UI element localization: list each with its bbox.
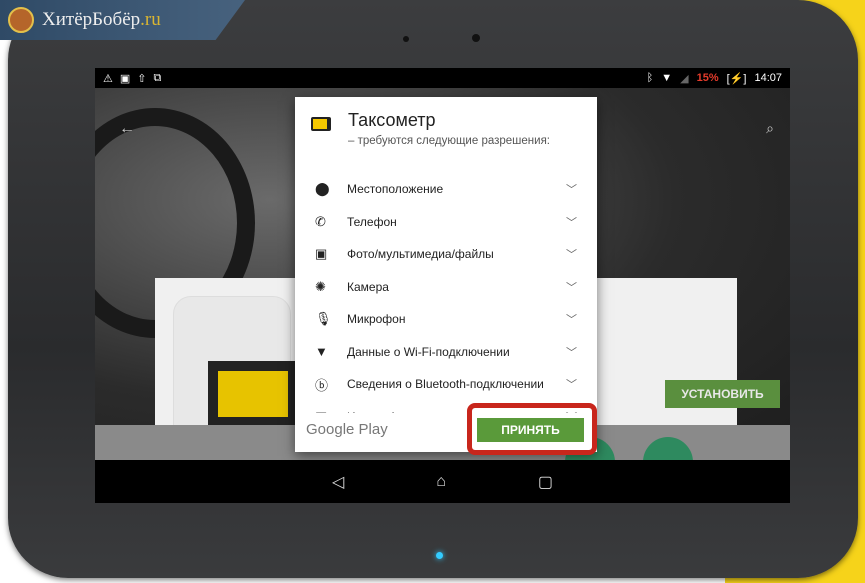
watermark-tld: .ru	[140, 9, 161, 30]
clock: 14:07	[754, 72, 782, 84]
navigation-bar: ◁ ⌂ ▢	[95, 460, 790, 503]
signal-icon: ◢	[680, 72, 689, 85]
nav-recents-icon[interactable]: ▢	[538, 472, 553, 492]
dialog-title: Таксометр	[348, 110, 436, 130]
tablet-screen: ⚠ ▣ ⇧ ⧉ ᛒ ▼ ◢ 15% [⚡] 14:07 ← ⌕ УСТАНОВИ…	[95, 68, 790, 503]
permission-label: Телефон	[347, 214, 397, 229]
permission-item[interactable]: 🎙 Микрофон ﹀	[295, 303, 597, 336]
chevron-down-icon[interactable]: ﹀	[566, 214, 577, 230]
location-icon: ⬤	[315, 181, 330, 197]
chevron-down-icon[interactable]: ﹀	[566, 181, 577, 197]
upload-icon: ⇧	[137, 72, 147, 85]
permissions-dialog: Таксометр – требуются следующие разрешен…	[295, 97, 597, 455]
camera-icon: ✺	[315, 278, 326, 294]
wifi-icon: ▼	[315, 344, 328, 360]
led-indicator	[436, 552, 443, 559]
permission-item[interactable]: ✺ Камера ﹀	[295, 271, 597, 304]
device-id-icon: ▤	[315, 409, 347, 413]
watermark-name: ХитёрБобёр	[42, 9, 141, 30]
chevron-down-icon[interactable]: ﹀	[566, 311, 577, 327]
nav-home-icon[interactable]: ⌂	[436, 473, 446, 491]
permission-item[interactable]: ✆ Телефон ﹀	[295, 206, 597, 239]
permissions-list[interactable]: ⬤ Местоположение ﹀ ✆ Телефон ﹀ ▣ Фото/мультимед…	[295, 173, 597, 413]
bluetooth-icon: ⓑ	[315, 377, 329, 393]
battery-charging-icon: [⚡]	[726, 72, 747, 85]
dialog-subtitle: – требуются следующие разрешения:	[348, 135, 550, 147]
warning-icon: ⚠	[103, 72, 113, 85]
sync-icon: ⧉	[153, 71, 162, 84]
wifi-icon: ▼	[661, 72, 673, 84]
accept-button[interactable]: ПРИНЯТЬ	[477, 418, 584, 442]
back-arrow-icon[interactable]: ←	[119, 120, 135, 138]
permission-label: Фото/мультимедиа/файлы	[347, 247, 494, 262]
chevron-down-icon[interactable]: ﹀	[566, 279, 577, 295]
front-sensor	[403, 36, 409, 42]
chevron-down-icon[interactable]: ﹀	[566, 344, 577, 360]
chevron-down-icon[interactable]: ﹀	[566, 376, 577, 392]
permission-item[interactable]: ▼ Данные о Wi-Fi-подключении ﹀	[295, 336, 597, 369]
status-bar: ⚠ ▣ ⇧ ⧉ ᛒ ▼ ◢ 15% [⚡] 14:07	[95, 68, 790, 88]
photos-icon: ▣	[315, 246, 328, 262]
beaver-logo-icon	[8, 7, 34, 33]
battery-percent: 15%	[696, 72, 719, 84]
microphone-icon: 🎙	[315, 311, 332, 327]
install-button[interactable]: УСТАНОВИТЬ	[665, 380, 780, 408]
permission-item[interactable]: ⓑ Сведения о Bluetooth-подключении ﹀	[295, 368, 597, 401]
nav-back-icon[interactable]: ◁	[332, 472, 344, 492]
search-icon[interactable]: ⌕	[766, 120, 774, 137]
permission-label: Сведения о Bluetooth-подключении	[347, 377, 544, 392]
permission-label: Данные о Wi-Fi-подключении	[347, 344, 510, 359]
front-camera	[472, 34, 480, 42]
permission-label: Местоположение	[347, 182, 444, 197]
watermark: ХитёрБобёр.ru	[0, 0, 245, 40]
chevron-down-icon[interactable]: ﹀	[566, 246, 577, 262]
permission-label: Микрофон	[347, 312, 406, 327]
taximeter-app-icon	[311, 117, 331, 131]
permission-item[interactable]: ▣ Фото/мультимедиа/файлы ﹀	[295, 238, 597, 271]
bluetooth-icon: ᛒ	[646, 72, 654, 84]
permission-item[interactable]: ⬤ Местоположение ﹀	[295, 173, 597, 206]
google-play-logo: Google Play	[306, 421, 388, 438]
phone-icon: ✆	[315, 213, 326, 229]
image-icon: ▣	[119, 72, 131, 85]
permission-label: Камера	[347, 279, 389, 294]
